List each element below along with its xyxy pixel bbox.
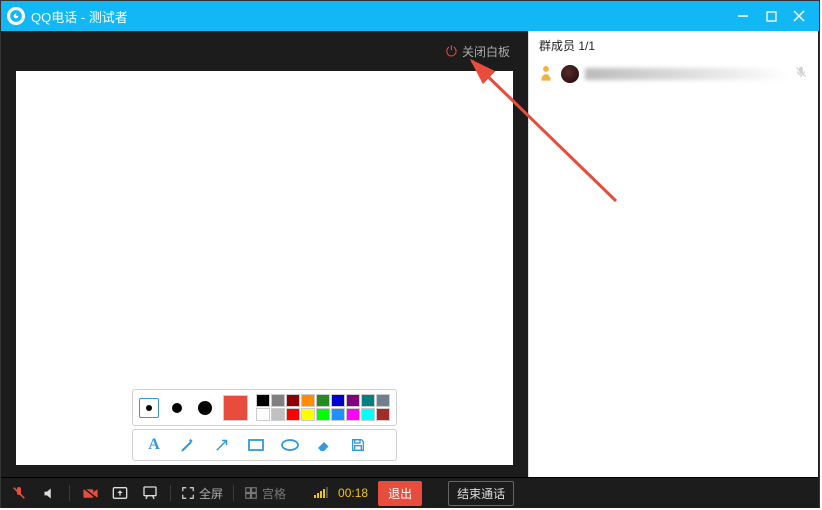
ellipse-tool[interactable] [275,433,305,457]
brush-size-medium[interactable] [167,398,187,418]
app-name: QQ电话 [31,10,77,25]
end-call-button[interactable]: 结束通话 [448,481,514,506]
person-icon [539,64,555,83]
color-swatch[interactable] [301,408,315,421]
color-swatch[interactable] [271,408,285,421]
color-grid [256,394,390,421]
mic-toggle-icon[interactable] [9,485,29,501]
maximize-button[interactable] [757,1,785,31]
color-swatch[interactable] [286,394,300,407]
color-swatch[interactable] [301,394,315,407]
text-tool[interactable]: A [139,433,169,457]
minimize-button[interactable] [729,1,757,31]
bottom-toolbar: 全屏 宫格 00:18 退出 结束通话 [1,477,819,508]
close-whiteboard-label: 关闭白板 [462,43,510,60]
color-swatch[interactable] [346,408,360,421]
app-window: QQ电话 - 测试者 ⏻ 关闭白板 [0,0,820,508]
title-bar: QQ电话 - 测试者 [1,1,819,31]
save-tool[interactable] [343,433,373,457]
pen-tool[interactable] [173,433,203,457]
close-button[interactable] [785,1,813,31]
color-swatch[interactable] [361,394,375,407]
color-swatch[interactable] [256,394,270,407]
whiteboard-icon[interactable] [140,485,160,501]
rectangle-tool[interactable] [241,433,271,457]
window-title: QQ电话 - 测试者 [31,7,729,26]
close-whiteboard-button[interactable]: ⏻ 关闭白板 [446,43,510,60]
member-avatar [561,65,579,83]
arrow-tool[interactable] [207,433,237,457]
palette-row [132,389,397,426]
color-swatch[interactable] [346,394,360,407]
grid-icon [244,486,258,500]
color-swatch[interactable] [256,408,270,421]
brush-size-large[interactable] [195,398,215,418]
color-swatch[interactable] [286,408,300,421]
session-name: 测试者 [89,10,128,25]
whiteboard-canvas[interactable]: A [16,71,513,465]
color-swatch[interactable] [331,408,345,421]
grid-button[interactable]: 宫格 [244,485,286,502]
tool-panel: A [132,389,397,461]
current-color-swatch[interactable] [223,395,248,421]
members-panel: 群成员 1/1 [528,31,818,477]
whiteboard-panel: ⏻ 关闭白板 A [1,31,528,477]
color-swatch[interactable] [316,394,330,407]
eraser-tool[interactable] [309,433,339,457]
camera-toggle-icon[interactable] [80,486,100,501]
color-swatch[interactable] [331,394,345,407]
member-row[interactable] [529,60,818,87]
color-swatch[interactable] [271,394,285,407]
brush-size-small[interactable] [139,398,159,418]
share-screen-icon[interactable] [110,486,130,500]
fullscreen-button[interactable]: 全屏 [181,485,223,502]
app-logo-icon [7,7,25,25]
color-swatch[interactable] [376,394,390,407]
members-header: 群成员 1/1 [529,31,818,60]
speaker-icon[interactable] [39,486,59,501]
call-timer: 00:18 [338,486,368,500]
power-icon: ⏻ [446,43,457,60]
color-swatch[interactable] [361,408,375,421]
exit-button[interactable]: 退出 [378,481,422,506]
color-swatch[interactable] [376,408,390,421]
member-name [585,68,788,80]
color-swatch[interactable] [316,408,330,421]
signal-strength-icon [314,488,328,498]
mic-muted-icon[interactable] [794,65,808,82]
fullscreen-icon [181,486,195,500]
tool-row: A [132,429,397,461]
brush-sizes [139,398,215,418]
